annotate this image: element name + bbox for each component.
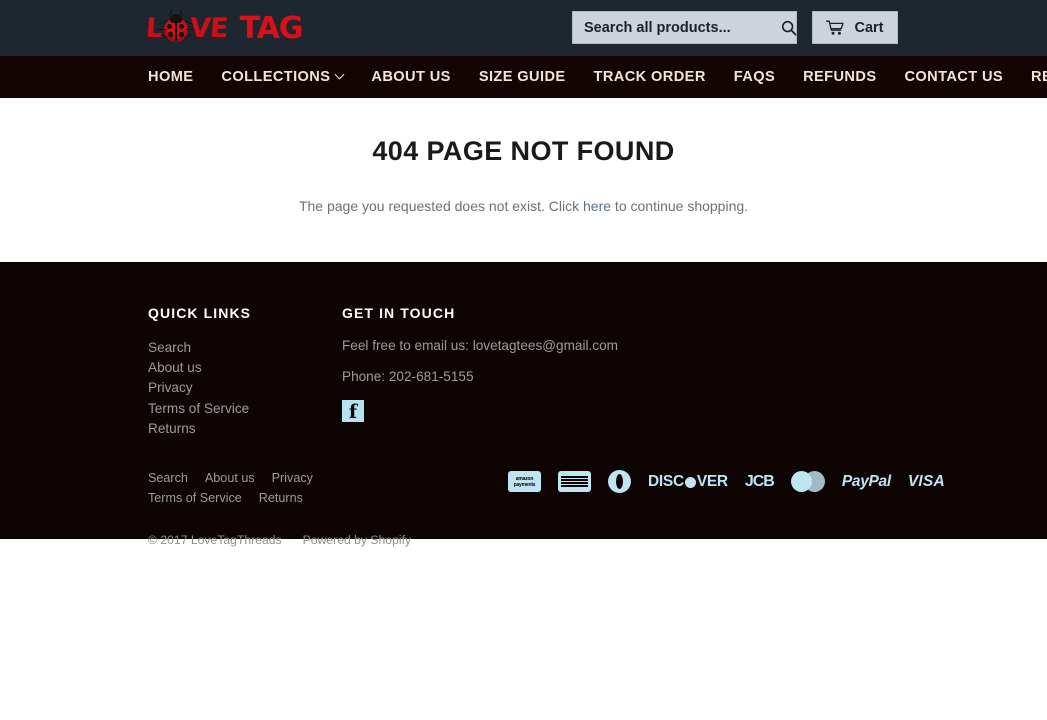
footer-sub-link-returns[interactable]: Returns xyxy=(259,488,303,508)
nav-item-faqs[interactable]: FAQS xyxy=(734,69,775,85)
amazon-payments-icon: amazon payments xyxy=(508,471,541,492)
nav-item-track-order[interactable]: TRACK ORDER xyxy=(594,69,706,85)
nav-item-about-us[interactable]: ABOUT US xyxy=(371,69,450,85)
footer-link-privacy[interactable]: Privacy xyxy=(148,378,342,398)
site-header: L V E TAG Search all products... Cart xyxy=(0,0,1047,56)
nav-label: REFUNDS xyxy=(803,69,877,85)
site-logo[interactable]: L V E TAG xyxy=(145,7,304,49)
footer-link-returns[interactable]: Returns xyxy=(148,419,342,439)
nav-item-contact-us[interactable]: CONTACT US xyxy=(904,69,1003,85)
paypal-icon: PayPal xyxy=(841,472,891,490)
footer-sub-link-privacy[interactable]: Privacy xyxy=(272,468,313,488)
chevron-down-icon xyxy=(334,69,345,79)
visa-icon: VISA xyxy=(907,472,945,490)
nav-label: HOME xyxy=(148,69,194,85)
contact-email-line: Feel free to email us: lovetagtees@gmail… xyxy=(342,338,618,353)
ladybug-icon xyxy=(158,9,195,43)
discover-icon: DISC VER xyxy=(648,472,728,490)
nav-label: TRACK ORDER xyxy=(593,69,706,85)
error-message-before: The page you requested does not exist. C… xyxy=(298,198,584,214)
amex-mark xyxy=(561,476,588,487)
facebook-glyph: f xyxy=(348,400,358,423)
footer-link-about-us[interactable]: About us xyxy=(148,358,342,378)
footer-secondary-links: Search About us Privacy Terms of Service… xyxy=(148,468,398,508)
nav-label: CONTACT US xyxy=(904,69,1004,85)
footer-bottom-bar: Search About us Privacy Terms of Service… xyxy=(0,468,1047,547)
copyright-row: © 2017 LoveTagThreads Powered by Shopify xyxy=(148,533,899,547)
cart-label: Cart xyxy=(854,19,884,36)
nav-item-size-guide[interactable]: SIZE GUIDE xyxy=(479,69,566,85)
footer-columns: QUICK LINKS Search About us Privacy Term… xyxy=(0,262,1047,439)
amazon-line2: payments xyxy=(513,481,536,488)
footer-quick-links: QUICK LINKS Search About us Privacy Term… xyxy=(148,305,342,439)
nav-item-home[interactable]: HOME xyxy=(148,69,193,85)
footer-link-search[interactable]: Search xyxy=(148,338,342,358)
search-icon xyxy=(781,20,797,36)
mastercard-icon xyxy=(790,471,825,492)
quick-links-heading: QUICK LINKS xyxy=(148,305,252,321)
contact-phone-line: Phone: 202-681-5155 xyxy=(342,369,474,384)
shopping-cart-icon xyxy=(826,20,845,35)
nav-item-collections[interactable]: COLLECTIONS xyxy=(221,69,345,85)
main-content: 404 PAGE NOT FOUND The page you requeste… xyxy=(0,98,1047,262)
payment-methods: amazon payments DISC VER JCB PayPal VISA xyxy=(508,470,945,493)
main-navigation: HOME COLLECTIONS ABOUT US SIZE GUIDE TRA… xyxy=(0,56,1047,98)
copyright-text: © 2017 LoveTagThreads xyxy=(148,533,282,547)
footer-sub-link-search[interactable]: Search xyxy=(148,468,188,488)
nav-label: REVIEWS xyxy=(1031,69,1047,85)
logo-love-wordmark: L V E xyxy=(145,9,229,44)
nav-item-reviews[interactable]: REVIEWS xyxy=(1031,69,1047,85)
nav-label: SIZE GUIDE xyxy=(478,69,566,85)
nav-label: ABOUT US xyxy=(371,69,451,85)
cart-button[interactable]: Cart xyxy=(812,11,898,44)
site-footer: QUICK LINKS Search About us Privacy Term… xyxy=(0,262,1047,547)
nav-label: FAQS xyxy=(733,69,776,85)
facebook-icon[interactable]: f xyxy=(342,400,364,422)
powered-by-shopify-link[interactable]: Powered by Shopify xyxy=(303,533,411,547)
footer-sub-link-about-us[interactable]: About us xyxy=(205,468,255,488)
footer-link-terms-of-service[interactable]: Terms of Service xyxy=(148,399,342,419)
american-express-icon xyxy=(558,471,591,492)
footer-sub-link-terms-of-service[interactable]: Terms of Service xyxy=(148,488,242,508)
search-box[interactable] xyxy=(572,11,797,44)
footer-get-in-touch: GET IN TOUCH Feel free to email us: love… xyxy=(342,305,762,439)
nav-item-refunds[interactable]: REFUNDS xyxy=(803,69,876,85)
logo-tag-wordmark: TAG xyxy=(239,10,304,46)
get-in-touch-heading: GET IN TOUCH xyxy=(342,305,456,321)
nav-label: COLLECTIONS xyxy=(221,69,331,85)
search-submit-button[interactable] xyxy=(781,12,797,43)
continue-shopping-link[interactable]: here xyxy=(583,198,611,214)
jcb-icon: JCB xyxy=(744,472,775,490)
diners-club-icon xyxy=(608,470,631,493)
error-message: The page you requested does not exist. C… xyxy=(0,198,1047,214)
page-title: 404 PAGE NOT FOUND xyxy=(372,136,675,166)
logo-letter-e: E xyxy=(209,12,229,44)
error-message-after: to continue shopping. xyxy=(611,198,749,214)
search-input[interactable] xyxy=(573,19,781,36)
